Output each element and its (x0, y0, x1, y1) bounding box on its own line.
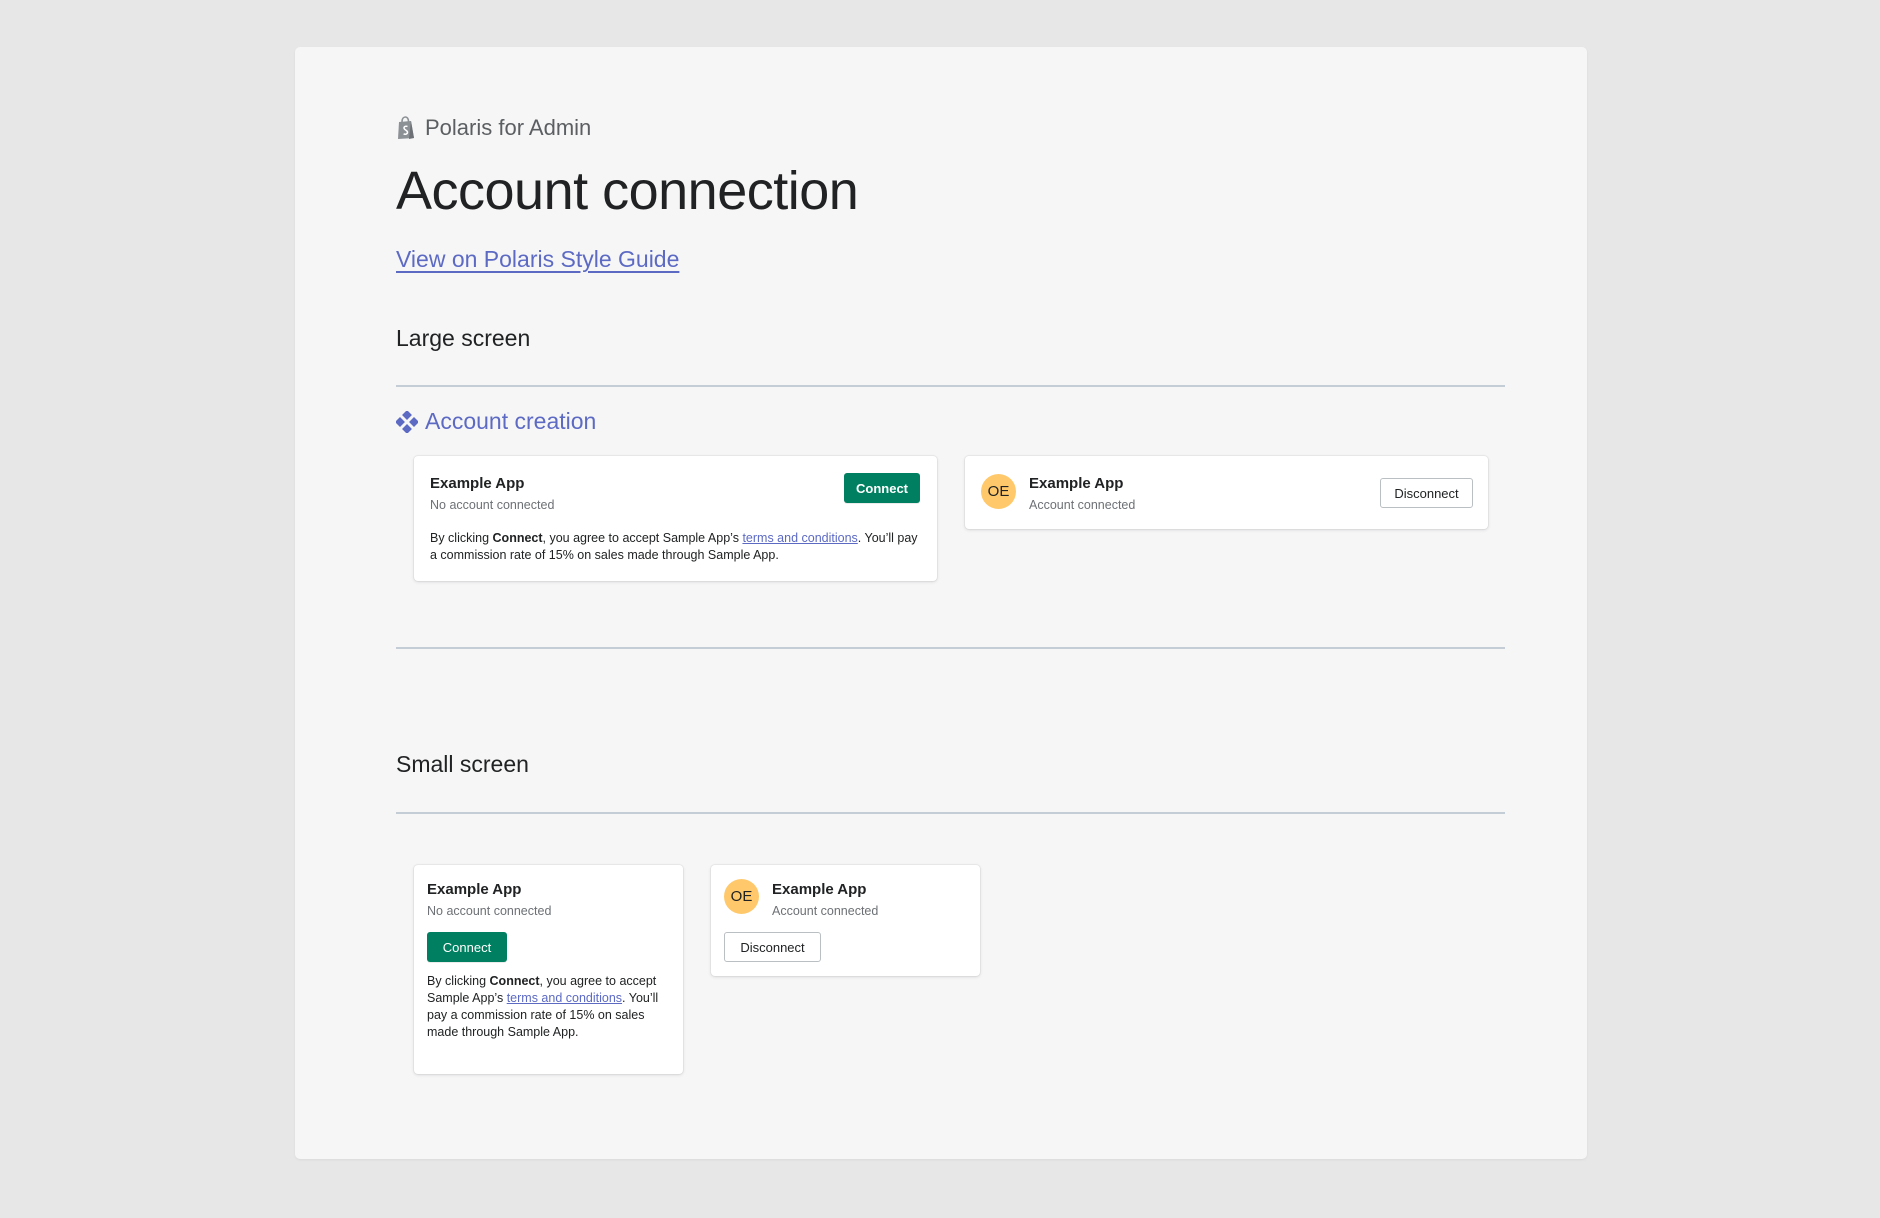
app-name: Example App (1029, 475, 1124, 492)
brand-name: Polaris for Admin (425, 115, 592, 140)
disconnect-button[interactable]: Disconnect (724, 932, 821, 962)
app-name: Example App (427, 881, 522, 898)
document-frame: Polaris for Admin Account connection Vie… (295, 47, 1587, 1159)
app-name: Example App (430, 475, 525, 492)
divider (396, 812, 1505, 814)
connect-button[interactable]: Connect (427, 932, 507, 962)
brand-header: Polaris for Admin (396, 115, 591, 141)
account-connection-card-connected-small: OE Example App Account connected Disconn… (711, 865, 980, 976)
connection-status: No account connected (427, 904, 552, 918)
small-screen-heading: Small screen (396, 751, 529, 777)
account-connection-card-connected: OE Example App Account connected Disconn… (965, 456, 1488, 529)
connect-button[interactable]: Connect (844, 473, 920, 503)
avatar: OE (724, 879, 759, 914)
account-creation-subsection[interactable]: Account creation (396, 408, 596, 435)
account-connection-card-disconnected: Example App No account connected Connect… (414, 456, 937, 581)
terms-link[interactable]: terms and conditions (742, 531, 857, 545)
page-title: Account connection (396, 161, 859, 221)
app-name: Example App (772, 881, 867, 898)
terms-link[interactable]: terms and conditions (507, 991, 622, 1005)
divider (396, 385, 1505, 387)
disconnect-button[interactable]: Disconnect (1380, 478, 1473, 508)
terms-text: By clicking Connect, you agree to accept… (430, 531, 918, 562)
component-diamond-icon (396, 410, 418, 433)
large-screen-heading: Large screen (396, 325, 531, 351)
divider (396, 647, 1505, 649)
connection-status: Account connected (1029, 498, 1136, 512)
account-connection-card-disconnected-small: Example App No account connected Connect… (414, 865, 683, 1074)
subsection-title: Account creation (425, 408, 597, 434)
shopping-bag-icon (396, 116, 416, 140)
connection-status: No account connected (430, 498, 555, 512)
connection-status: Account connected (772, 904, 879, 918)
avatar: OE (981, 474, 1016, 509)
style-guide-link[interactable]: View on Polaris Style Guide (396, 246, 679, 273)
terms-text: By clicking Connect, you agree to accept… (427, 974, 659, 1039)
